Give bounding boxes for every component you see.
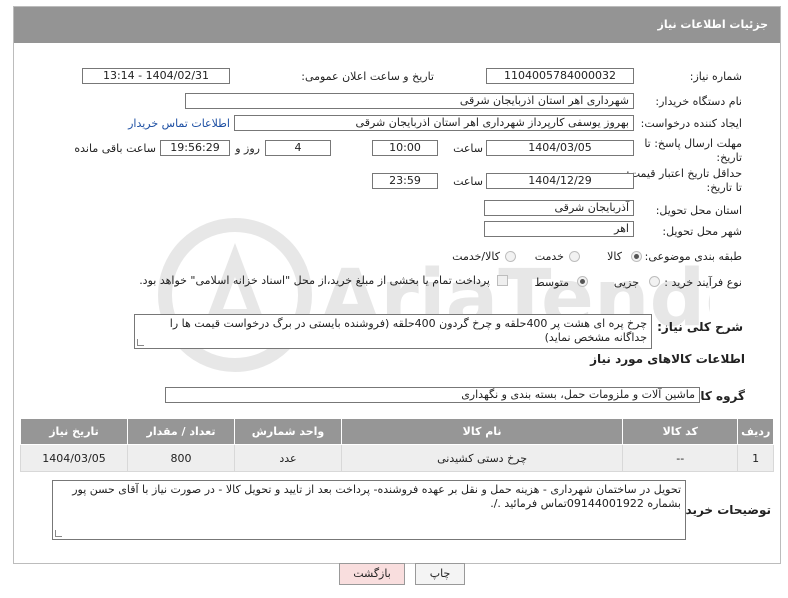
col-name: نام کالا <box>340 418 624 445</box>
process-option-medium: متوسط <box>534 276 569 289</box>
province-label: استان محل تحویل: <box>655 204 742 217</box>
category-option-goods: کالا <box>607 250 622 263</box>
category-radio-goods[interactable] <box>631 251 642 262</box>
goods-group-field: ماشین آلات و ملزومات حمل، بسته بندی و نگ… <box>165 387 700 403</box>
category-option-goods-service: کالا/خدمت <box>452 250 500 263</box>
process-radio-minor[interactable] <box>649 276 660 287</box>
deadline-label: مهلت ارسال پاسخ: تا <box>644 137 742 150</box>
buyer-notes-textarea[interactable]: تحویل در ساختمان شهرداری - هزینه حمل و ن… <box>52 480 686 540</box>
row-date: 1404/03/05 <box>19 444 129 472</box>
announce-datetime-field: 1404/02/31 - 13:14 <box>82 68 230 84</box>
need-description-text: چرخ پره ای هشت پر 400حلقه و چرخ گردون 40… <box>169 317 647 344</box>
validity-date-field: 1404/12/29 <box>486 173 634 189</box>
buyer-org-label: نام دستگاه خریدار: <box>655 95 742 108</box>
buyer-org-field: شهرداری اهر استان اذربایجان شرقی <box>185 93 634 109</box>
validity-label: حداقل تاریخ اعتبار قیمت: <box>626 167 742 180</box>
row-qty: 800 <box>127 444 235 472</box>
validity-time-field: 23:59 <box>372 173 438 189</box>
row-name: چرخ دستی کشیدنی <box>340 444 624 472</box>
row-unit: عدد <box>234 444 342 472</box>
resize-grip-icon <box>137 339 144 346</box>
category-radio-service[interactable] <box>569 251 580 262</box>
process-option-minor: جزیی <box>613 276 639 289</box>
goods-table-header: ردیف کد کالا نام کالا واحد شمارش تعداد /… <box>19 418 774 445</box>
treasury-payment-note: پرداخت تمام یا بخشی از مبلغ خرید،از محل … <box>139 274 490 287</box>
deadline-time-label: ساعت <box>453 142 483 155</box>
col-code: کد کالا <box>622 418 739 445</box>
process-radio-medium[interactable] <box>577 276 588 287</box>
col-date: تاریخ نیاز <box>19 418 129 445</box>
process-type-label: نوع فرآیند خرید : <box>664 276 742 289</box>
buyer-notes-text: تحویل در ساختمان شهرداری - هزینه حمل و ن… <box>72 483 681 510</box>
need-description-textarea[interactable]: چرخ پره ای هشت پر 400حلقه و چرخ گردون 40… <box>134 314 652 349</box>
days-remaining-field: 4 <box>265 140 331 156</box>
panel-header: جزئیات اطلاعات نیاز <box>14 7 780 43</box>
category-radio-goods-service[interactable] <box>505 251 516 262</box>
deadline-date-field: 1404/03/05 <box>486 140 634 156</box>
goods-section-title: اطلاعات کالاهای مورد نیاز <box>590 352 745 366</box>
remaining-time-field: 19:56:29 <box>160 140 230 156</box>
category-label: طبقه بندی موضوعی: <box>644 250 742 263</box>
city-field: اهر <box>484 221 634 237</box>
deadline-time-field: 10:00 <box>372 140 438 156</box>
validity-time-label: ساعت <box>453 175 483 188</box>
col-qty: تعداد / مقدار <box>127 418 235 445</box>
treasury-payment-checkbox[interactable] <box>497 275 508 286</box>
need-number-label: شماره نیاز: <box>689 70 742 83</box>
requester-field: بهروز یوسفی کارپرداز شهرداری اهر استان ا… <box>234 115 634 131</box>
deadline-label-date: تاریخ: <box>716 151 742 164</box>
need-description-label: شرح کلی نیاز: <box>657 320 743 334</box>
announce-label: تاریخ و ساعت اعلان عمومی: <box>301 70 434 83</box>
col-index: ردیف <box>737 418 774 445</box>
days-label: روز و <box>235 142 260 155</box>
goods-table: ردیف کد کالا نام کالا واحد شمارش تعداد /… <box>19 418 774 472</box>
city-label: شهر محل تحویل: <box>662 225 742 238</box>
table-row: 1 -- چرخ دستی کشیدنی عدد 800 1404/03/05 <box>19 444 774 472</box>
back-button[interactable]: بازگشت <box>339 563 405 585</box>
validity-label-date: تا تاریخ: <box>706 181 742 194</box>
row-index: 1 <box>737 444 774 472</box>
col-unit: واحد شمارش <box>234 418 342 445</box>
row-code: -- <box>622 444 739 472</box>
need-number-field: 1104005784000032 <box>486 68 634 84</box>
panel-title: جزئیات اطلاعات نیاز <box>657 18 769 31</box>
remaining-label: ساعت باقی مانده <box>74 142 156 155</box>
resize-grip-icon <box>55 530 62 537</box>
buyer-contact-link[interactable]: اطلاعات تماس خریدار <box>128 117 230 130</box>
category-option-service: خدمت <box>534 250 564 263</box>
requester-label: ایجاد کننده درخواست: <box>640 117 742 130</box>
province-field: آذربایجان شرقی <box>484 200 634 216</box>
print-button[interactable]: چاپ <box>415 563 465 585</box>
